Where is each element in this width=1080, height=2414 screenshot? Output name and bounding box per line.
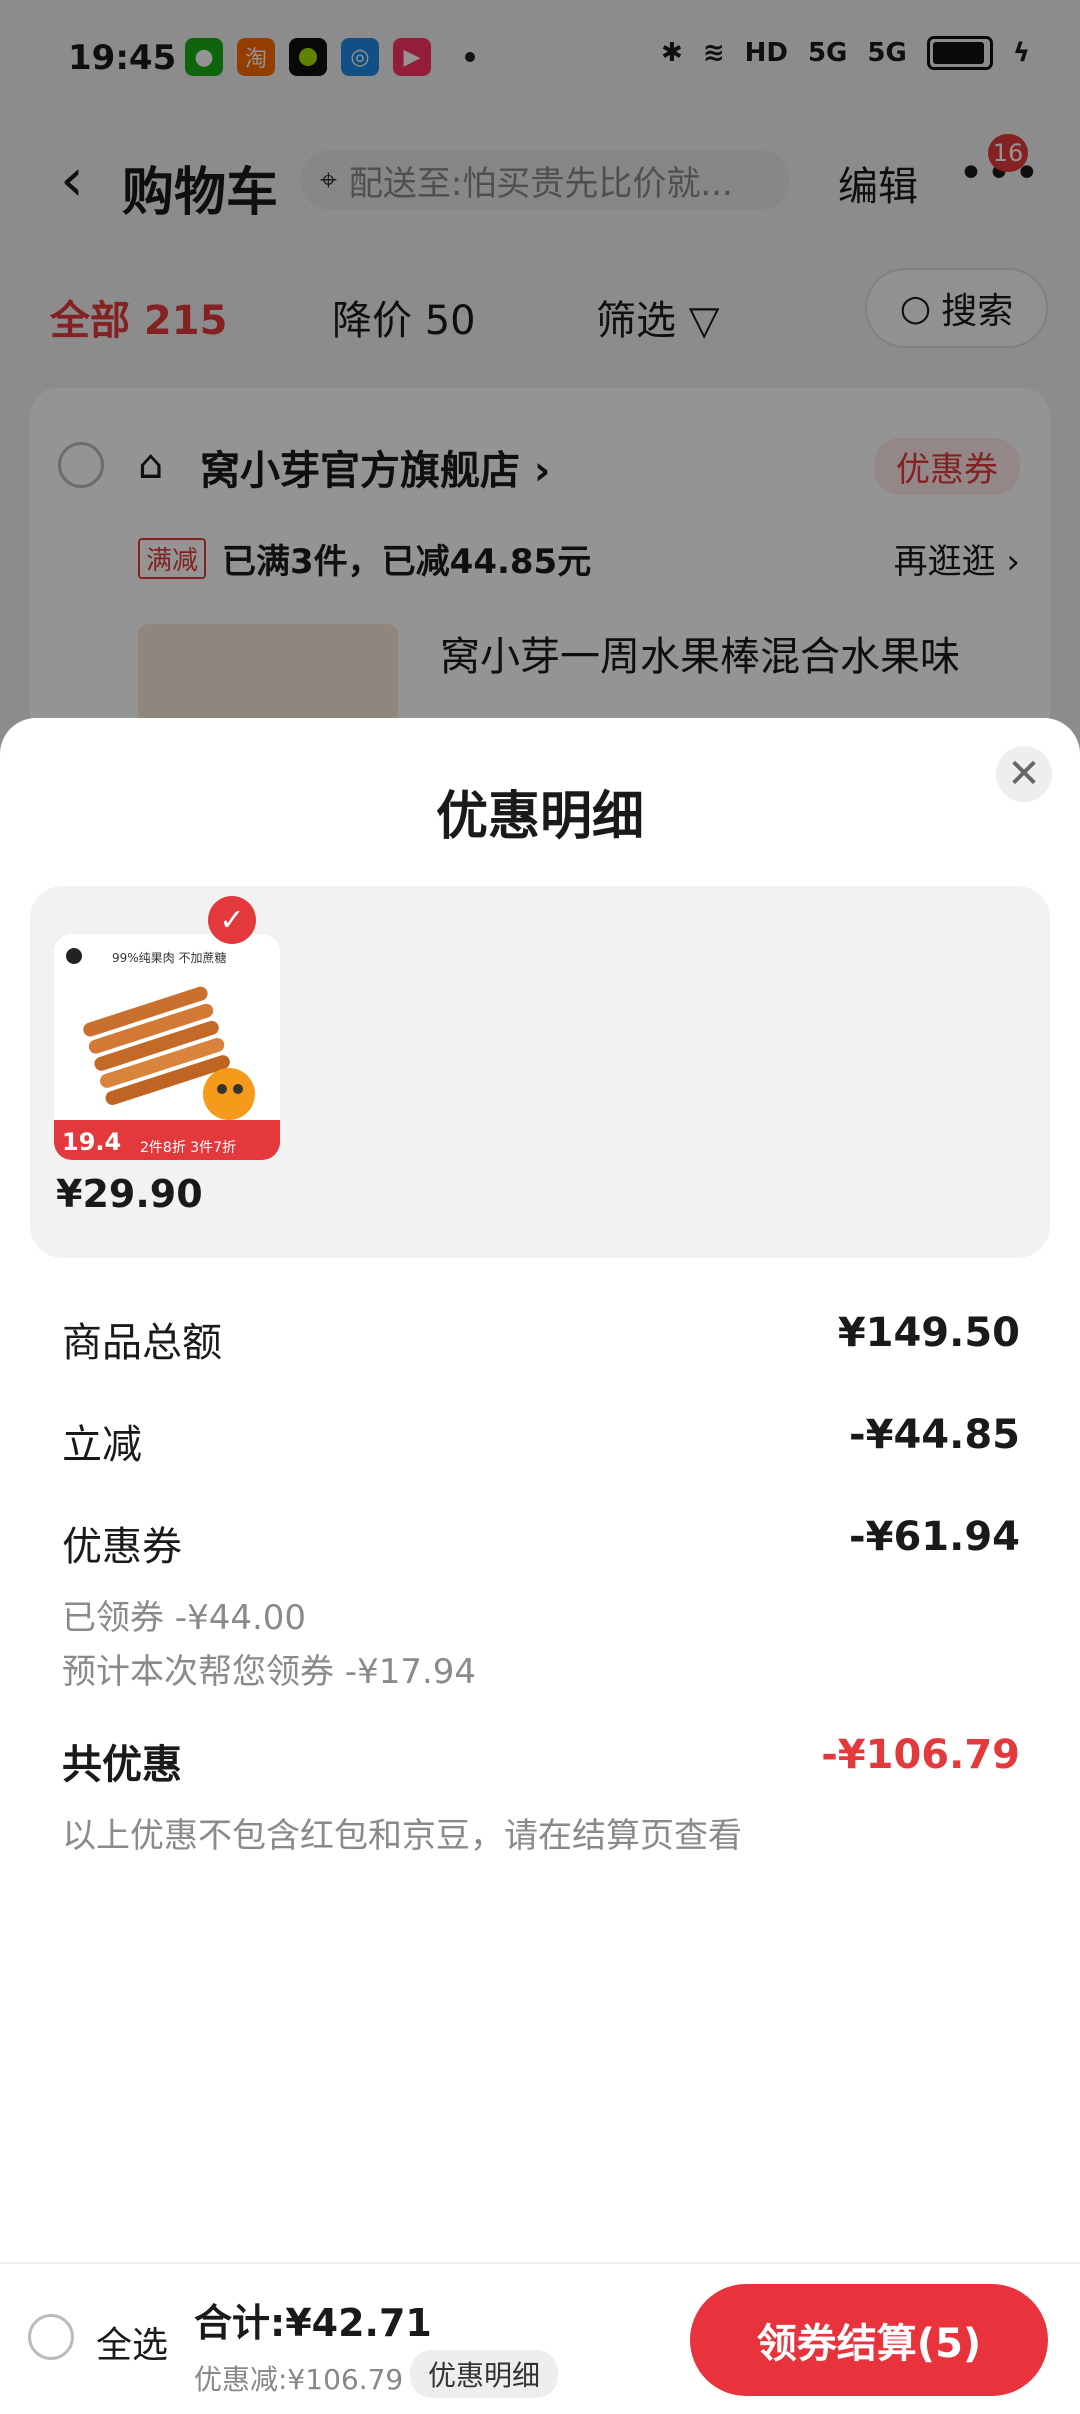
select-all-label[interactable]: 全选	[96, 2316, 168, 2368]
product-image[interactable]: 99%纯果肉 不加蔗糖 19.4 2件8折 3件7折	[54, 934, 280, 1160]
row-subtotal-label: 商品总额	[62, 1320, 222, 1366]
row-coupon-label: 优惠券	[62, 1524, 182, 1570]
selected-check-icon: ✓	[208, 896, 256, 944]
discount-detail-button[interactable]: 优惠明细	[410, 2350, 559, 2398]
image-price-badge: 19.4	[62, 1128, 121, 1156]
checkout-button[interactable]: 领券结算(5)	[690, 2284, 1048, 2396]
total-discount-label: 共优惠	[62, 1742, 182, 1788]
coupon-estimated: 预计本次帮您领券 -¥17.94	[62, 1652, 477, 1692]
image-promo-text: 2件8折 3件7折	[140, 1140, 236, 1156]
checkout-bar: 全选 合计:¥42.71 优惠减:¥106.79 优惠明细 领券结算(5)	[0, 2262, 1080, 2414]
select-all-radio[interactable]	[28, 2314, 74, 2360]
row-subtotal-value: ¥149.50	[837, 1310, 1020, 1356]
checkout-total: 合计:¥42.71	[194, 2301, 432, 2345]
coupon-claimed: 已领券 -¥44.00	[62, 1598, 307, 1638]
checkout-discount: 优惠减:¥106.79	[194, 2363, 404, 2396]
product-summary: 99%纯果肉 不加蔗糖 19.4 2件8折 3件7折 ✓ ¥29.90	[30, 886, 1050, 1258]
total-discount-value: -¥106.79	[821, 1732, 1020, 1778]
row-instant-value: -¥44.85	[849, 1412, 1020, 1458]
sheet-title: 优惠明细	[435, 787, 644, 847]
close-icon[interactable]: ✕	[996, 746, 1052, 802]
row-instant-label: 立减	[62, 1422, 142, 1468]
product-price: ¥29.90	[56, 1172, 203, 1216]
image-slogan: 99%纯果肉 不加蔗糖	[112, 950, 227, 965]
discount-note: 以上优惠不包含红包和京豆，请在结算页查看	[62, 1816, 742, 1856]
row-coupon-value: -¥61.94	[849, 1514, 1020, 1560]
discount-detail-sheet: 优惠明细 ✕ 99%纯果肉 不加蔗糖 19.4 2件8折 3件7折 ✓ ¥29.…	[0, 718, 1080, 2412]
